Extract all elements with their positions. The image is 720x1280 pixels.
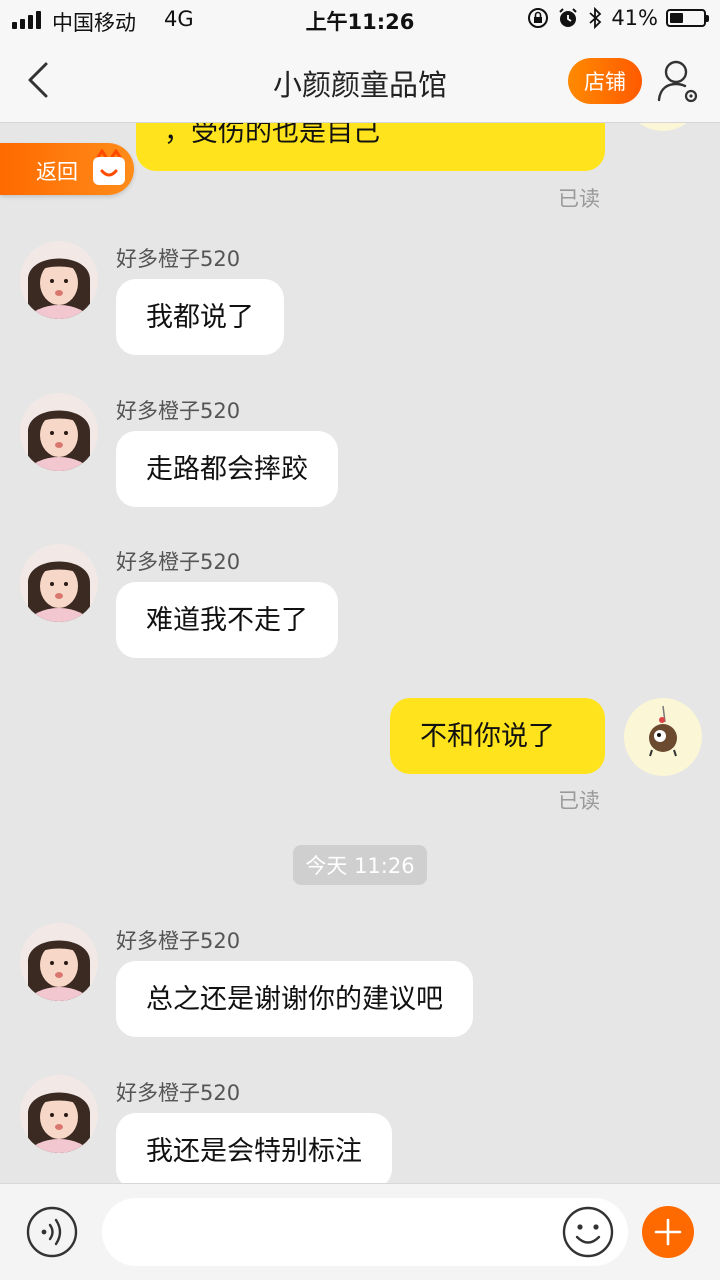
contact-avatar[interactable] [20,923,98,1001]
message-text: 走路都会摔跤 [146,453,308,485]
chat-area[interactable]: ，受伤的也是自己 已读 返回 好多橙子520 我都说了 好多橙子520 走路都会… [0,123,720,1183]
nav-bar: 小颜颜童品馆 店铺 [0,40,720,123]
message-bubble-incoming[interactable]: 我还是会特别标注 [116,1113,392,1183]
read-status: 已读 [558,789,600,813]
message-text: 不和你说了 [420,720,555,752]
status-bar: 中国移动 4G 上午11:26 41% [0,0,720,40]
plus-icon [654,1218,682,1246]
message-text: 难道我不走了 [146,604,308,636]
more-button[interactable] [642,1206,694,1258]
message-bubble-outgoing[interactable]: ，受伤的也是自己 [136,123,605,171]
contact-avatar[interactable] [20,241,98,319]
read-status: 已读 [558,187,600,211]
back-pill-button[interactable]: 返回 [0,143,134,195]
contact-avatar[interactable] [20,544,98,622]
sender-name: 好多橙子520 [116,1081,241,1105]
sender-name: 好多橙子520 [116,399,241,423]
message-bubble-incoming[interactable]: 我都说了 [116,279,284,355]
sender-name: 好多橙子520 [116,550,241,574]
message-text: 总之还是谢谢你的建议吧 [146,983,443,1015]
input-bar [0,1183,720,1280]
alarm-icon [559,8,578,27]
battery-percent: 41% [611,6,658,30]
contact-avatar[interactable] [20,393,98,471]
bluetooth-icon [589,7,602,29]
contact-avatar[interactable] [20,1075,98,1153]
message-input[interactable] [102,1198,628,1266]
message-text: 我还是会特别标注 [146,1135,362,1167]
my-avatar[interactable] [624,698,702,776]
my-avatar[interactable] [624,123,702,131]
sender-name: 好多橙子520 [116,929,241,953]
time-separator: 今天 11:26 [293,845,427,885]
status-icons: 41% [527,6,709,30]
message-bubble-incoming[interactable]: 难道我不走了 [116,582,338,658]
message-text: 我都说了 [146,301,254,333]
battery-level [670,13,683,23]
message-bubble-incoming[interactable]: 走路都会摔跤 [116,431,338,507]
voice-icon[interactable] [26,1206,78,1258]
mascot-icon [93,149,125,185]
person-settings-icon[interactable] [656,58,700,104]
back-label: 返回 [36,160,78,184]
message-bubble-incoming[interactable]: 总之还是谢谢你的建议吧 [116,961,473,1037]
emoji-icon[interactable] [562,1206,614,1258]
message-bubble-outgoing[interactable]: 不和你说了 [390,698,605,774]
shop-button[interactable]: 店铺 [568,58,642,104]
message-text: ，受伤的也是自己 [164,123,380,148]
battery-icon [666,9,709,27]
sender-name: 好多橙子520 [116,247,241,271]
rotation-lock-icon [528,8,549,28]
